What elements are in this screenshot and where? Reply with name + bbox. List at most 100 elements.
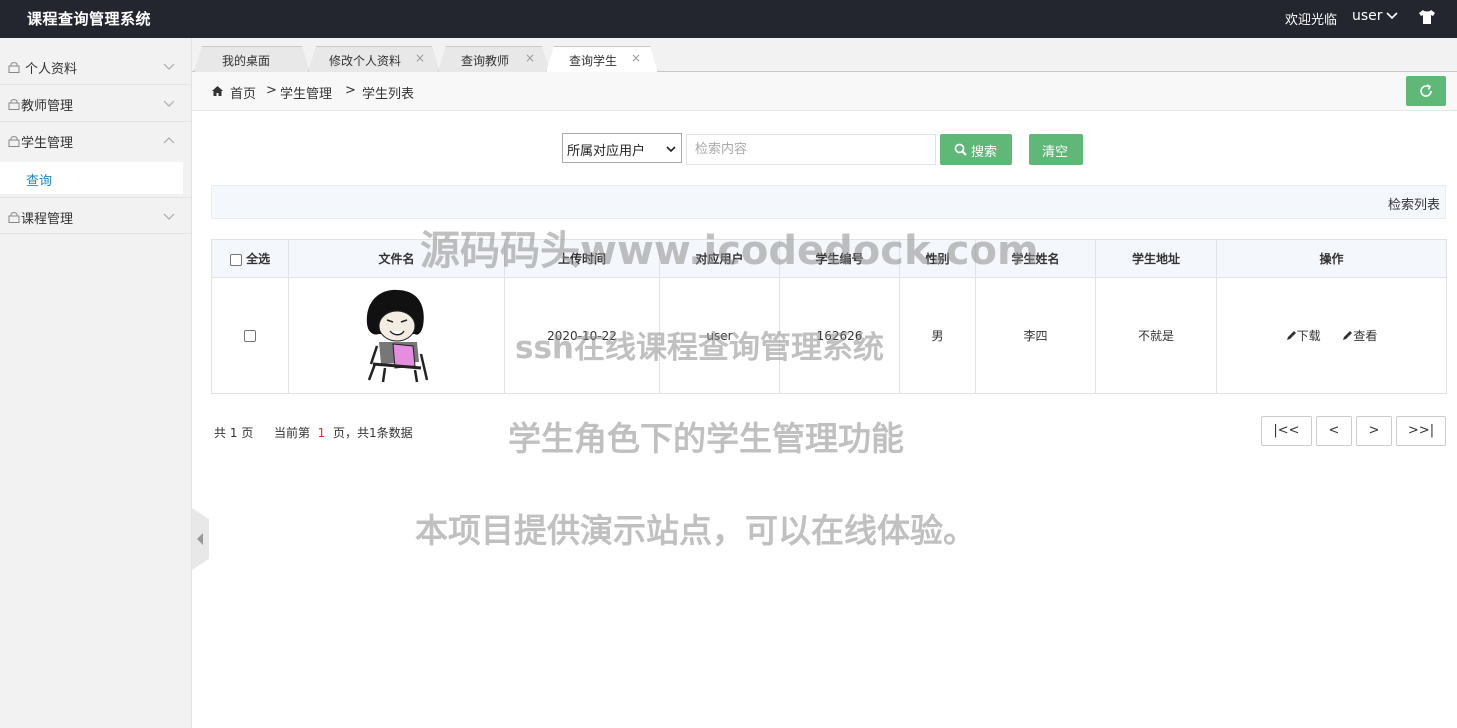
view-link[interactable]: 查看: [1342, 329, 1377, 343]
chevron-down-icon: [666, 146, 676, 153]
sidebar-item-label: 课程管理: [21, 212, 74, 227]
table-row: 2020-10-22 user 162626 男 李四 不就是 下载 查看: [211, 277, 1447, 394]
refresh-button[interactable]: [1406, 76, 1446, 106]
file-thumbnail-image[interactable]: [357, 284, 437, 384]
breadcrumb-bar: 首页 > 学生管理 > 学生列表: [192, 72, 1457, 111]
next-page-button[interactable]: >: [1356, 416, 1392, 446]
sidebar-item-profile[interactable]: 个人资料: [0, 48, 191, 85]
student-no-cell: 162626: [779, 277, 900, 394]
tab-desktop[interactable]: 我的桌面: [194, 46, 310, 72]
breadcrumb-separator: >: [266, 83, 277, 98]
search-icon: [954, 143, 967, 156]
last-page-button[interactable]: >>|: [1396, 416, 1446, 446]
close-icon[interactable]: ×: [415, 51, 425, 65]
actions-cell: 下载 查看: [1216, 277, 1447, 394]
sidebar-item-courses[interactable]: 课程管理: [0, 197, 191, 234]
edit-icon: [1343, 331, 1353, 340]
tab-query-students[interactable]: 查询学生 ×: [546, 46, 658, 73]
lock-icon: [8, 212, 20, 223]
breadcrumb-home[interactable]: 首页: [230, 83, 256, 102]
user-cell: user: [659, 277, 780, 394]
sidebar-item-label: 个人资料: [25, 62, 78, 77]
watermark-line-4: 本项目提供演示站点，可以在线体验。: [415, 511, 976, 550]
sidebar-subitem-query[interactable]: 查询: [0, 162, 183, 194]
total-pages-text: 共 1 页: [214, 424, 253, 441]
chevron-down-icon: [163, 100, 175, 107]
close-icon[interactable]: ×: [525, 51, 535, 65]
prev-page-button[interactable]: <: [1316, 416, 1352, 446]
column-header: 对应用户: [659, 239, 780, 278]
current-page-text: 当前第 1 页，共1条数据: [274, 424, 413, 441]
list-header-title: 检索列表: [1387, 198, 1440, 213]
home-icon: [212, 86, 223, 96]
upload-time-cell: 2020-10-22: [504, 277, 660, 394]
refresh-icon: [1420, 84, 1432, 97]
sidebar-subitem-label: 查询: [26, 174, 53, 189]
download-label: 下载: [1296, 329, 1321, 343]
tab-bar: 我的桌面 修改个人资料 × 查询教师 × 查询学生 ×: [192, 38, 1457, 72]
column-header: 学生编号: [779, 239, 900, 278]
total-pages-value: 1: [229, 426, 238, 440]
column-header: 性别: [899, 239, 976, 278]
user-menu[interactable]: user: [1352, 8, 1383, 24]
sidebar-item-label: 学生管理: [21, 136, 74, 151]
student-name-cell: 李四: [975, 277, 1096, 394]
current-suffix: 页，共1条数据: [332, 426, 413, 440]
download-link[interactable]: 下载: [1286, 329, 1325, 343]
tab-query-teachers[interactable]: 查询教师 ×: [438, 46, 550, 72]
total-prefix: 共: [214, 426, 227, 440]
sidebar: 个人资料 教师管理 学生管理 查询 课程管理: [0, 38, 192, 728]
select-all-cell: 全选: [211, 239, 289, 278]
chevron-left-icon: [197, 533, 203, 545]
file-thumbnail-cell: [288, 277, 505, 394]
top-bar: 课程查询管理系统 欢迎光临 user: [0, 0, 1457, 38]
column-header: 学生姓名: [975, 239, 1096, 278]
chevron-down-icon: [163, 213, 175, 220]
breadcrumb-separator: >: [345, 83, 356, 98]
column-header: 学生地址: [1095, 239, 1217, 278]
sidebar-item-label: 教师管理: [21, 99, 74, 114]
select-all-checkbox[interactable]: [229, 253, 242, 266]
lock-icon: [8, 136, 20, 147]
tab-label: 查询学生: [569, 54, 618, 68]
current-prefix: 当前第: [274, 426, 311, 440]
select-all-label: 全选: [246, 252, 271, 266]
column-header: 文件名: [288, 239, 505, 278]
chevron-down-icon[interactable]: [1385, 9, 1399, 23]
sidebar-item-students[interactable]: 学生管理: [0, 122, 191, 159]
app-title: 课程查询管理系统: [27, 10, 152, 28]
row-checkbox[interactable]: [244, 330, 256, 342]
tshirt-icon[interactable]: [1418, 9, 1436, 25]
close-icon[interactable]: ×: [631, 51, 641, 65]
field-select[interactable]: 所属对应用户: [562, 133, 682, 163]
total-suffix: 页: [241, 426, 254, 440]
student-table: 全选 文件名 上传时间 对应用户 学生编号 性别 学生姓名 学生地址 操作 20…: [211, 239, 1447, 394]
row-select-cell: [211, 277, 289, 394]
lock-icon: [8, 62, 20, 73]
list-header-band: 检索列表: [211, 185, 1446, 219]
current-page-value: 1: [317, 426, 326, 440]
search-button-label: 搜索: [971, 145, 998, 160]
edit-icon: [1286, 331, 1296, 340]
lock-icon: [8, 99, 20, 110]
chevron-up-icon: [163, 137, 175, 144]
sidebar-item-teachers[interactable]: 教师管理: [0, 85, 191, 122]
welcome-text: 欢迎光临: [1285, 13, 1338, 28]
tab-edit-profile[interactable]: 修改个人资料 ×: [308, 46, 440, 72]
breadcrumb-level2: 学生列表: [362, 87, 415, 102]
tab-label: 我的桌面: [222, 54, 271, 68]
clear-button[interactable]: 清空: [1029, 134, 1083, 165]
table-header-row: 全选 文件名 上传时间 对应用户 学生编号 性别 学生姓名 学生地址 操作: [211, 239, 1447, 278]
search-input[interactable]: [686, 134, 936, 165]
select-value: 所属对应用户: [567, 144, 646, 159]
watermark-line-3: 学生角色下的学生管理功能: [508, 419, 904, 458]
view-label: 查看: [1353, 329, 1378, 343]
search-button[interactable]: 搜索: [940, 134, 1012, 165]
chevron-down-icon: [163, 63, 175, 70]
address-cell: 不就是: [1095, 277, 1217, 394]
tab-label: 修改个人资料: [329, 54, 402, 68]
breadcrumb-level1[interactable]: 学生管理: [280, 83, 332, 102]
gender-cell: 男: [899, 277, 976, 394]
sidebar-collapse-handle[interactable]: [192, 508, 209, 570]
first-page-button[interactable]: |<<: [1261, 416, 1312, 446]
